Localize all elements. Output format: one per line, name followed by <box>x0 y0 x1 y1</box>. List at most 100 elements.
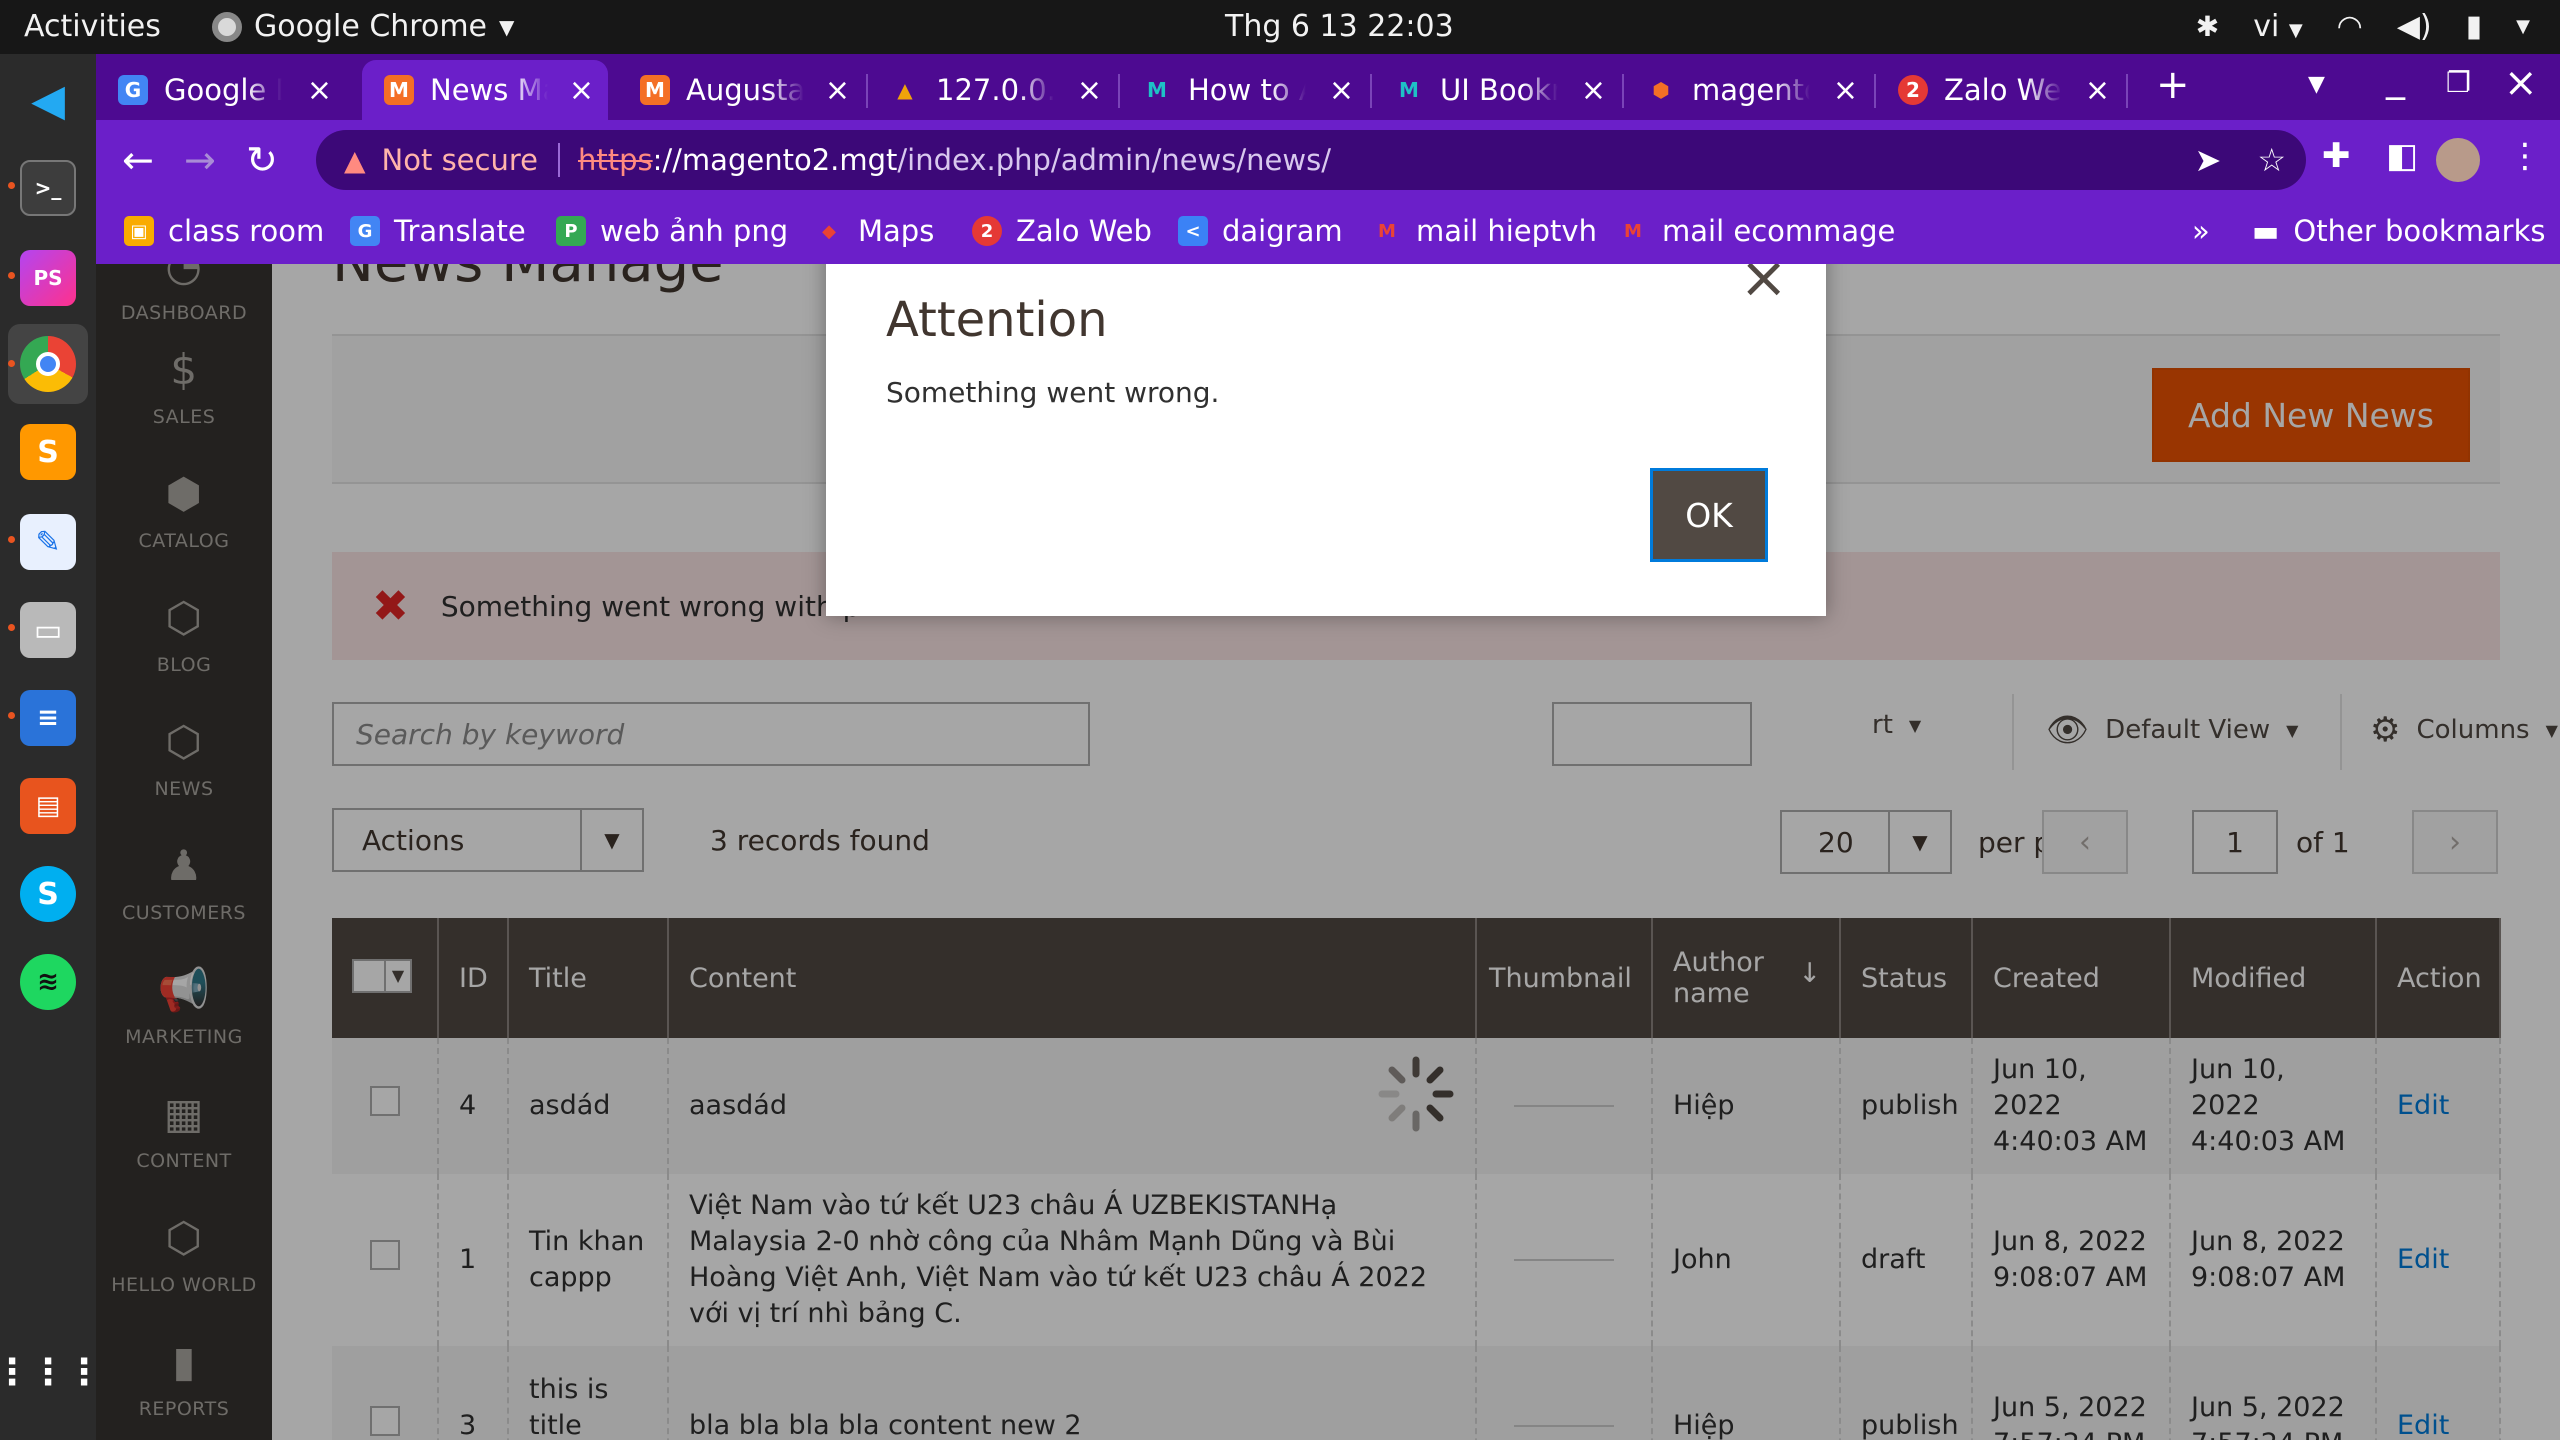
close-icon[interactable]: × <box>2085 73 2110 108</box>
zalo-icon: 2 <box>972 216 1002 246</box>
browser-tab[interactable]: G Google D × <box>96 60 346 120</box>
attention-modal: × Attention Something went wrong. OK <box>826 264 1826 616</box>
chevron-down-icon[interactable]: ▼ <box>2516 16 2530 37</box>
chrome-app-icon <box>212 11 242 42</box>
chrome-menu-icon[interactable]: ⋮ <box>2508 136 2542 176</box>
url-path: /index.php/admin/news/news/ <box>897 143 1331 177</box>
bookmark-app-icon: M <box>1147 78 1167 102</box>
browser-tab-active[interactable]: M News Ma × <box>362 60 608 120</box>
close-icon[interactable]: × <box>569 73 594 108</box>
maximize-icon[interactable]: ❐ <box>2446 66 2471 99</box>
forward-icon[interactable]: → <box>184 138 216 182</box>
browser-tab[interactable]: M Augusta × <box>618 60 864 120</box>
back-icon[interactable]: ← <box>122 138 154 182</box>
close-window-icon[interactable]: × <box>2504 60 2538 106</box>
close-icon[interactable]: × <box>1581 73 1606 108</box>
close-icon[interactable]: × <box>307 73 332 108</box>
png-icon: P <box>556 216 586 246</box>
extensions-icon[interactable]: ✚ <box>2322 136 2351 176</box>
bookmark-item[interactable]: ◆ Maps <box>814 214 934 248</box>
bookmark-item[interactable]: G Translate <box>350 214 526 248</box>
battery-icon[interactable]: ▮ <box>2466 9 2483 44</box>
bookmark-item[interactable]: Mmail ecommage <box>1618 214 1895 248</box>
activities-button[interactable]: Activities <box>24 9 161 44</box>
warning-icon: ▲ <box>344 143 366 177</box>
send-tab-icon[interactable]: ➤ <box>2195 141 2222 179</box>
app-menu[interactable]: Google Chrome ▼ <box>212 9 514 44</box>
vscode-icon[interactable]: ◀ <box>20 72 76 128</box>
chrome-icon[interactable] <box>20 336 76 392</box>
ok-button[interactable]: OK <box>1650 468 1768 562</box>
clock[interactable]: Thg 6 13 22:03 <box>1225 9 1454 44</box>
close-icon[interactable]: × <box>1739 264 1788 306</box>
close-icon[interactable]: × <box>1077 73 1102 108</box>
bookmark-item[interactable]: 2 Zalo Web <box>972 214 1152 248</box>
input-language[interactable]: vi ▼ <box>2253 9 2302 44</box>
text-editor-icon[interactable]: ✎ <box>20 514 76 570</box>
folder-icon: ▬ <box>2252 214 2280 248</box>
minimize-icon[interactable]: _ <box>2386 56 2405 100</box>
system-tray[interactable]: ✱ vi ▼ ◠ ◀) ▮ ▼ <box>2196 9 2530 44</box>
tab-search-icon[interactable]: ▼ <box>2308 72 2325 97</box>
bluetooth-icon[interactable]: ✱ <box>2196 10 2219 43</box>
gmail-icon: M <box>1378 220 1396 242</box>
other-bookmarks[interactable]: ▬ Other bookmarks <box>2252 214 2546 248</box>
address-bar[interactable]: ▲ Not secure https://magento2.mgt/index.… <box>316 130 2306 190</box>
classroom-icon: ▣ <box>124 216 154 246</box>
maps-icon: ◆ <box>822 220 836 242</box>
url-host: ://magento2.mgt <box>652 143 898 177</box>
not-secure-label[interactable]: Not secure <box>382 143 538 177</box>
files-icon[interactable]: ▭ <box>20 602 76 658</box>
localhost-icon: ▲ <box>897 78 913 102</box>
app-grid-icon[interactable]: ⋮⋮⋮ <box>0 1344 102 1400</box>
browser-tab[interactable]: ▲ 127.0.0.1 × <box>868 60 1116 120</box>
browser-tab[interactable]: ⬢ magento × <box>1624 60 1872 120</box>
modal-message: Something went wrong. <box>886 376 1220 409</box>
magento-cube-icon: ⬢ <box>1652 78 1670 102</box>
google-docs-icon: G <box>118 75 148 105</box>
writer-icon[interactable]: ≡ <box>20 690 76 746</box>
volume-icon[interactable]: ◀) <box>2397 9 2432 44</box>
side-panel-icon[interactable]: ◧ <box>2386 136 2418 176</box>
modal-title: Attention <box>886 292 1108 348</box>
page-viewport: ◔ DASHBOARD $ SALES ⬢ CATALOG ⬡ BLOG ⬡ NEWS ♟… <box>96 264 2560 1440</box>
impress-icon[interactable]: ▤ <box>20 778 76 834</box>
more-bookmarks-button[interactable]: » <box>2192 214 2210 248</box>
new-tab-button[interactable]: + <box>2156 62 2190 108</box>
spotify-icon[interactable]: ≋ <box>20 954 76 1010</box>
terminal-icon[interactable]: >_ <box>20 160 76 216</box>
close-icon[interactable]: × <box>1833 73 1858 108</box>
browser-window: G Google D × M News Ma × M Augusta × ▲ 1… <box>96 54 2560 264</box>
profile-avatar[interactable] <box>2436 138 2480 182</box>
magento-icon: M <box>640 75 670 105</box>
bookmarks-bar: ▣ class room G Translate Pweb ảnh png ◆ Map… <box>96 200 2560 264</box>
bookmark-item[interactable]: ▣ class room <box>124 214 324 248</box>
gmail-icon: M <box>1624 220 1642 242</box>
close-icon[interactable]: × <box>1329 73 1354 108</box>
skype-icon[interactable]: S <box>20 866 76 922</box>
bookmark-item[interactable]: < daigram <box>1178 214 1343 248</box>
sublime-icon[interactable]: S <box>20 424 76 480</box>
zalo-icon: 2 <box>1898 75 1928 105</box>
browser-tab[interactable]: 2 Zalo Wel × <box>1876 60 2124 120</box>
gnome-top-bar: Activities Google Chrome ▼ Thg 6 13 22:0… <box>0 0 2560 54</box>
app-name: Google Chrome <box>254 9 487 44</box>
omnibar: ← → ↻ ▲ Not secure https://magento2.mgt /… <box>96 120 2560 200</box>
diagram-icon: < <box>1178 216 1208 246</box>
url-scheme: https <box>577 143 653 177</box>
tab-strip: G Google D × M News Ma × M Augusta × ▲ 1… <box>96 54 2560 120</box>
bookmark-star-icon[interactable]: ☆ <box>2257 141 2286 179</box>
browser-tab[interactable]: M How to A × <box>1120 60 1368 120</box>
browser-tab[interactable]: M UI Bookn × <box>1372 60 1620 120</box>
close-icon[interactable]: × <box>825 73 850 108</box>
phpstorm-icon[interactable]: PS <box>20 250 76 306</box>
chevron-down-icon: ▼ <box>499 14 515 39</box>
bookmark-app-icon: M <box>1399 78 1419 102</box>
reload-icon[interactable]: ↻ <box>246 138 278 182</box>
bookmark-item[interactable]: Pweb ảnh png <box>556 214 788 248</box>
bookmark-item[interactable]: Mmail hieptvh <box>1372 214 1597 248</box>
magento-icon: M <box>384 75 414 105</box>
ubuntu-dock: ◀ >_ PS S ✎ ▭ ≡ ▤ S ≋ ⋮⋮⋮ <box>0 54 102 1440</box>
translate-icon: G <box>350 216 380 246</box>
wifi-icon[interactable]: ◠ <box>2337 9 2363 44</box>
